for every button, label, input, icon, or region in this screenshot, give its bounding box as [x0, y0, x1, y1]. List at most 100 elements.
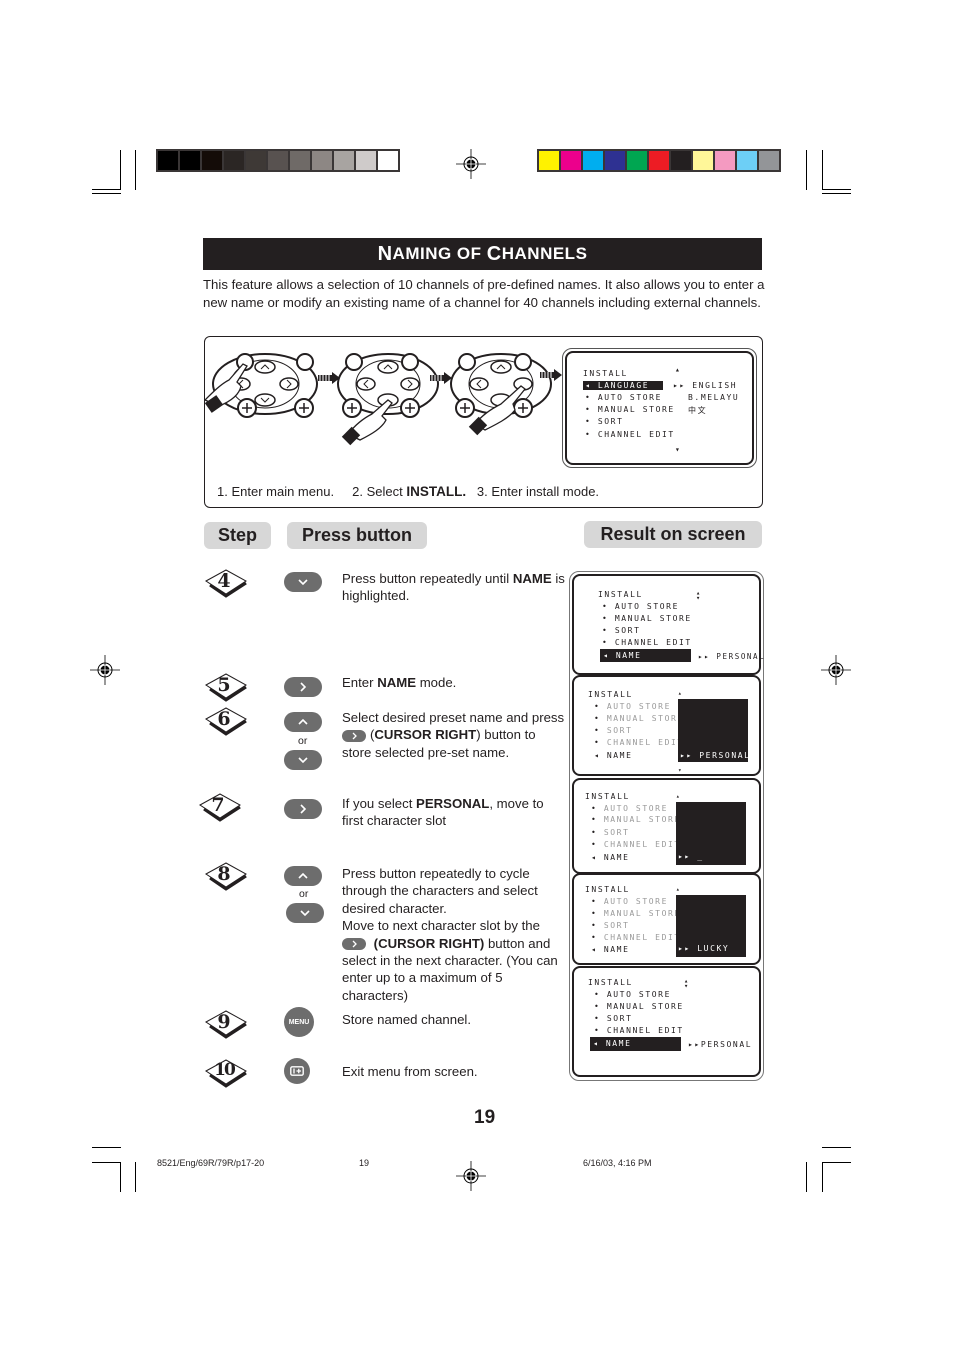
footer-page: 19: [359, 1158, 370, 1168]
osd-item: • SORT: [594, 1014, 633, 1023]
osd-item-label: CHANNEL EDIT: [597, 430, 675, 439]
install-osd-screen: INSTALL ▴ ◂ LANGUAGE • AUTO STORE • MANU…: [565, 351, 754, 465]
right-arrows-icon: ▸▸: [673, 381, 686, 390]
osd-option-english: ▸▸ ENGLISH: [673, 381, 737, 390]
osd-value-label: PERSONAL: [699, 751, 751, 760]
text-part: Select desired preset name and press: [342, 710, 565, 725]
bullet-icon: •: [585, 393, 592, 402]
osd-value-label: PERSONAL: [716, 652, 766, 661]
osd-option-label: ENGLISH: [692, 381, 738, 390]
text-part-bold: NAME: [512, 571, 552, 586]
osd-item-label: MANUAL STORE: [606, 1002, 684, 1011]
registration-mark-left: [90, 655, 120, 685]
text-part: Move to next character slot by the: [342, 918, 540, 934]
osd-title: INSTALL: [588, 690, 633, 699]
result-screen-step-9: INSTALL ▴ ▾ • AUTO STORE • MANUAL STORE •…: [572, 966, 761, 1077]
grayscale-swatch: [180, 151, 200, 170]
osd-item-label: AUTO STORE: [606, 990, 672, 999]
cursor-up-button: [284, 866, 322, 886]
column-header-result: Result on screen: [584, 521, 762, 548]
scroll-arrows-icon: ▴ ▾: [696, 589, 702, 602]
text-part: Exit menu from screen.: [342, 1064, 478, 1079]
osd-item-label: AUTO STORE: [597, 393, 663, 402]
preset-name-panel: ▸▸ PERSONAL: [678, 699, 751, 762]
osd-exit-icon: [290, 1066, 304, 1076]
step-number-9: 9: [204, 1009, 248, 1039]
grayscale-swatch: [312, 151, 332, 170]
osd-item-sort: • SORT: [585, 417, 624, 426]
color-swatch: [605, 151, 625, 170]
grayscale-swatch: [202, 151, 222, 170]
osd-item: • CHANNEL EDIT: [594, 738, 684, 747]
chevron-down-icon: [300, 910, 310, 917]
chevron-up-icon: [298, 718, 308, 725]
illustration-caption: 1. Enter main menu. 2. Select INSTALL. 3…: [217, 484, 599, 499]
step-number-text: 8: [217, 863, 231, 885]
scroll-up-icon: ▴: [676, 793, 682, 800]
osd-item-channel-edit: • CHANNEL EDIT: [585, 430, 675, 439]
text-part: Enter: [342, 675, 378, 690]
caption-step-2: 2. Select: [352, 484, 407, 499]
osd-item-label: NAME: [603, 945, 630, 954]
osd-item-label: SORT: [597, 417, 624, 426]
column-header-press-button: Press button: [287, 522, 427, 549]
color-swatch: [715, 151, 735, 170]
remote-illustration-step-1: [205, 353, 318, 418]
osd-item-label: MANUAL STORE: [603, 909, 681, 918]
cursor-down-button: [284, 572, 322, 592]
grayscale-swatch: [158, 151, 178, 170]
step-number-text: 5: [217, 674, 231, 696]
step-number-5: 5: [204, 672, 248, 702]
step-number-text: 9: [217, 1011, 231, 1033]
osd-item: • CHANNEL EDIT: [591, 933, 681, 942]
caption-step-1: 1. Enter main menu.: [217, 484, 335, 499]
or-label: or: [298, 735, 308, 747]
character-entry-panel: ▸▸ _: [676, 802, 746, 865]
osd-item: • MANUAL STORE: [591, 815, 681, 824]
osd-item-name-selected: ◂ NAME: [600, 649, 691, 662]
osd-item-label: CHANNEL EDIT: [603, 933, 681, 942]
osd-item-label: NAME: [615, 651, 642, 660]
osd-option-melayu: B.MELAYU: [688, 393, 740, 402]
osd-title: INSTALL: [585, 885, 630, 894]
result-screen-step-4: INSTALL ▴ ▾ • AUTO STORE • MANUAL STORE •…: [572, 574, 764, 675]
osd-value: ▸▸ PERSONAL: [680, 751, 751, 760]
registration-mark-bottom: [456, 1161, 486, 1191]
cursor-right-button: [284, 799, 322, 819]
osd-item-auto-store: • AUTO STORE: [585, 393, 662, 402]
bullet-icon: •: [585, 417, 592, 426]
osd-item-label: AUTO STORE: [614, 602, 680, 611]
osd-item: • AUTO STORE: [594, 702, 672, 711]
osd-item: • CHANNEL EDIT: [591, 840, 681, 849]
osd-value: ▸▸ _: [678, 852, 704, 861]
scroll-up-icon: ▴: [676, 886, 682, 893]
osd-item-name: ◂ NAME: [591, 853, 630, 862]
color-swatch: [539, 151, 559, 170]
osd-item: • CHANNEL EDIT: [594, 1026, 684, 1035]
result-screen-step-6: INSTALL ▴ • AUTO STORE • MANUAL STORE • …: [572, 675, 761, 776]
color-swatch: [649, 151, 669, 170]
chevron-right-icon: [300, 682, 307, 692]
text-part-bold: NAME: [377, 675, 417, 690]
osd-item-label: MANUAL STORE: [603, 815, 681, 824]
color-swatch: [627, 151, 647, 170]
intro-paragraph: This feature allows a selection of 10 ch…: [203, 277, 765, 310]
osd-item-label: LANGUAGE: [597, 381, 650, 390]
chevron-down-icon: [298, 579, 308, 586]
grayscale-swatch: [268, 151, 288, 170]
registration-mark-right: [821, 655, 851, 685]
step-6-description: Select desired preset name and press (CU…: [342, 709, 567, 761]
scroll-up-icon: ▴: [678, 690, 684, 697]
osd-item-label: NAME: [605, 1039, 632, 1048]
chevron-down-icon: [298, 757, 308, 764]
cursor-right-mini-icon: [342, 729, 366, 742]
step-number-text: 6: [217, 708, 231, 730]
step-number-text: 10: [214, 1060, 236, 1080]
osd-value: ▸▸ PERSONAL: [698, 652, 766, 661]
grayscale-swatch: [334, 151, 354, 170]
step-number-text: 7: [211, 794, 225, 816]
entered-name: LUCKY: [697, 944, 730, 953]
footer-timestamp: 6/16/03, 4:16 PM: [583, 1158, 652, 1168]
bullet-icon: •: [585, 430, 592, 439]
character-slot-cursor: _: [697, 852, 704, 861]
